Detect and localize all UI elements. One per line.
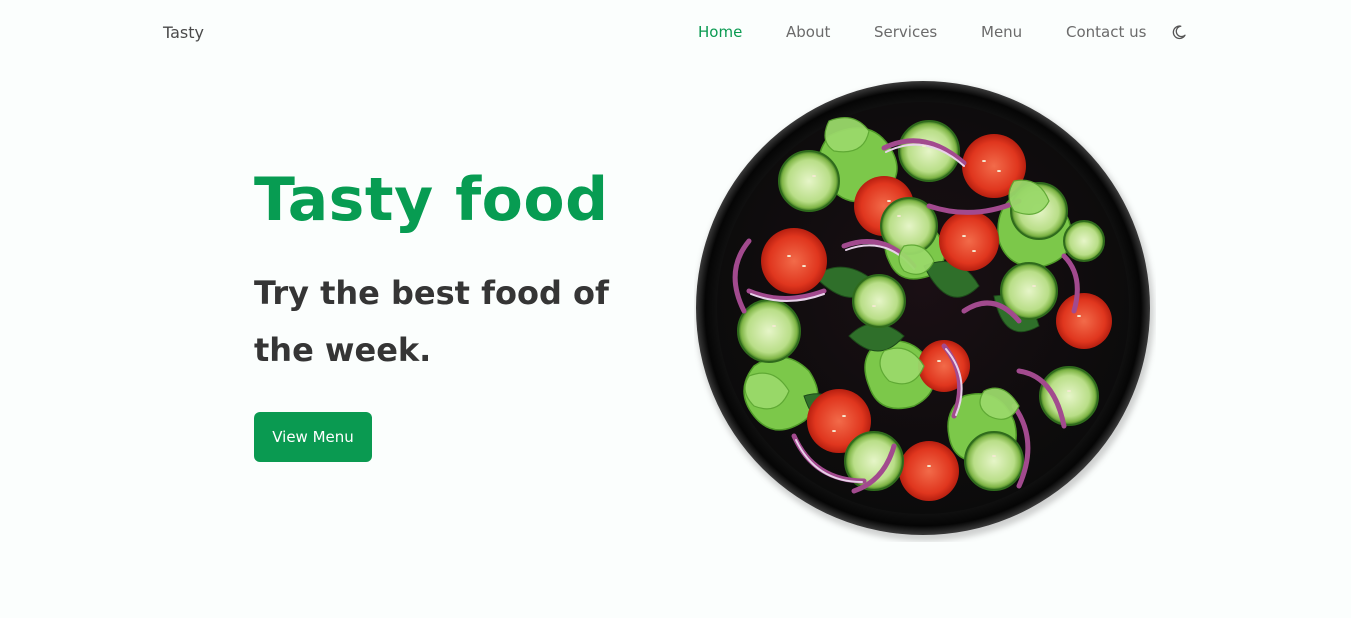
moon-icon[interactable] <box>1171 24 1187 40</box>
nav-link-about[interactable]: About <box>786 23 830 41</box>
hero-subtitle: Try the best food of the week. <box>254 274 609 369</box>
nav-links: Home About Services Menu Contact us <box>0 23 1351 45</box>
nav-link-services[interactable]: Services <box>874 23 937 41</box>
hero-title: Tasty food <box>254 165 609 235</box>
nav-link-contact-us[interactable]: Contact us <box>1066 23 1146 41</box>
nav-link-home[interactable]: Home <box>698 23 742 41</box>
salad-bowl-image <box>694 76 1156 542</box>
view-menu-button[interactable]: View Menu <box>254 412 372 462</box>
navbar: Tasty Home About Services Menu Contact u… <box>0 0 1351 66</box>
nav-link-menu[interactable]: Menu <box>981 23 1022 41</box>
